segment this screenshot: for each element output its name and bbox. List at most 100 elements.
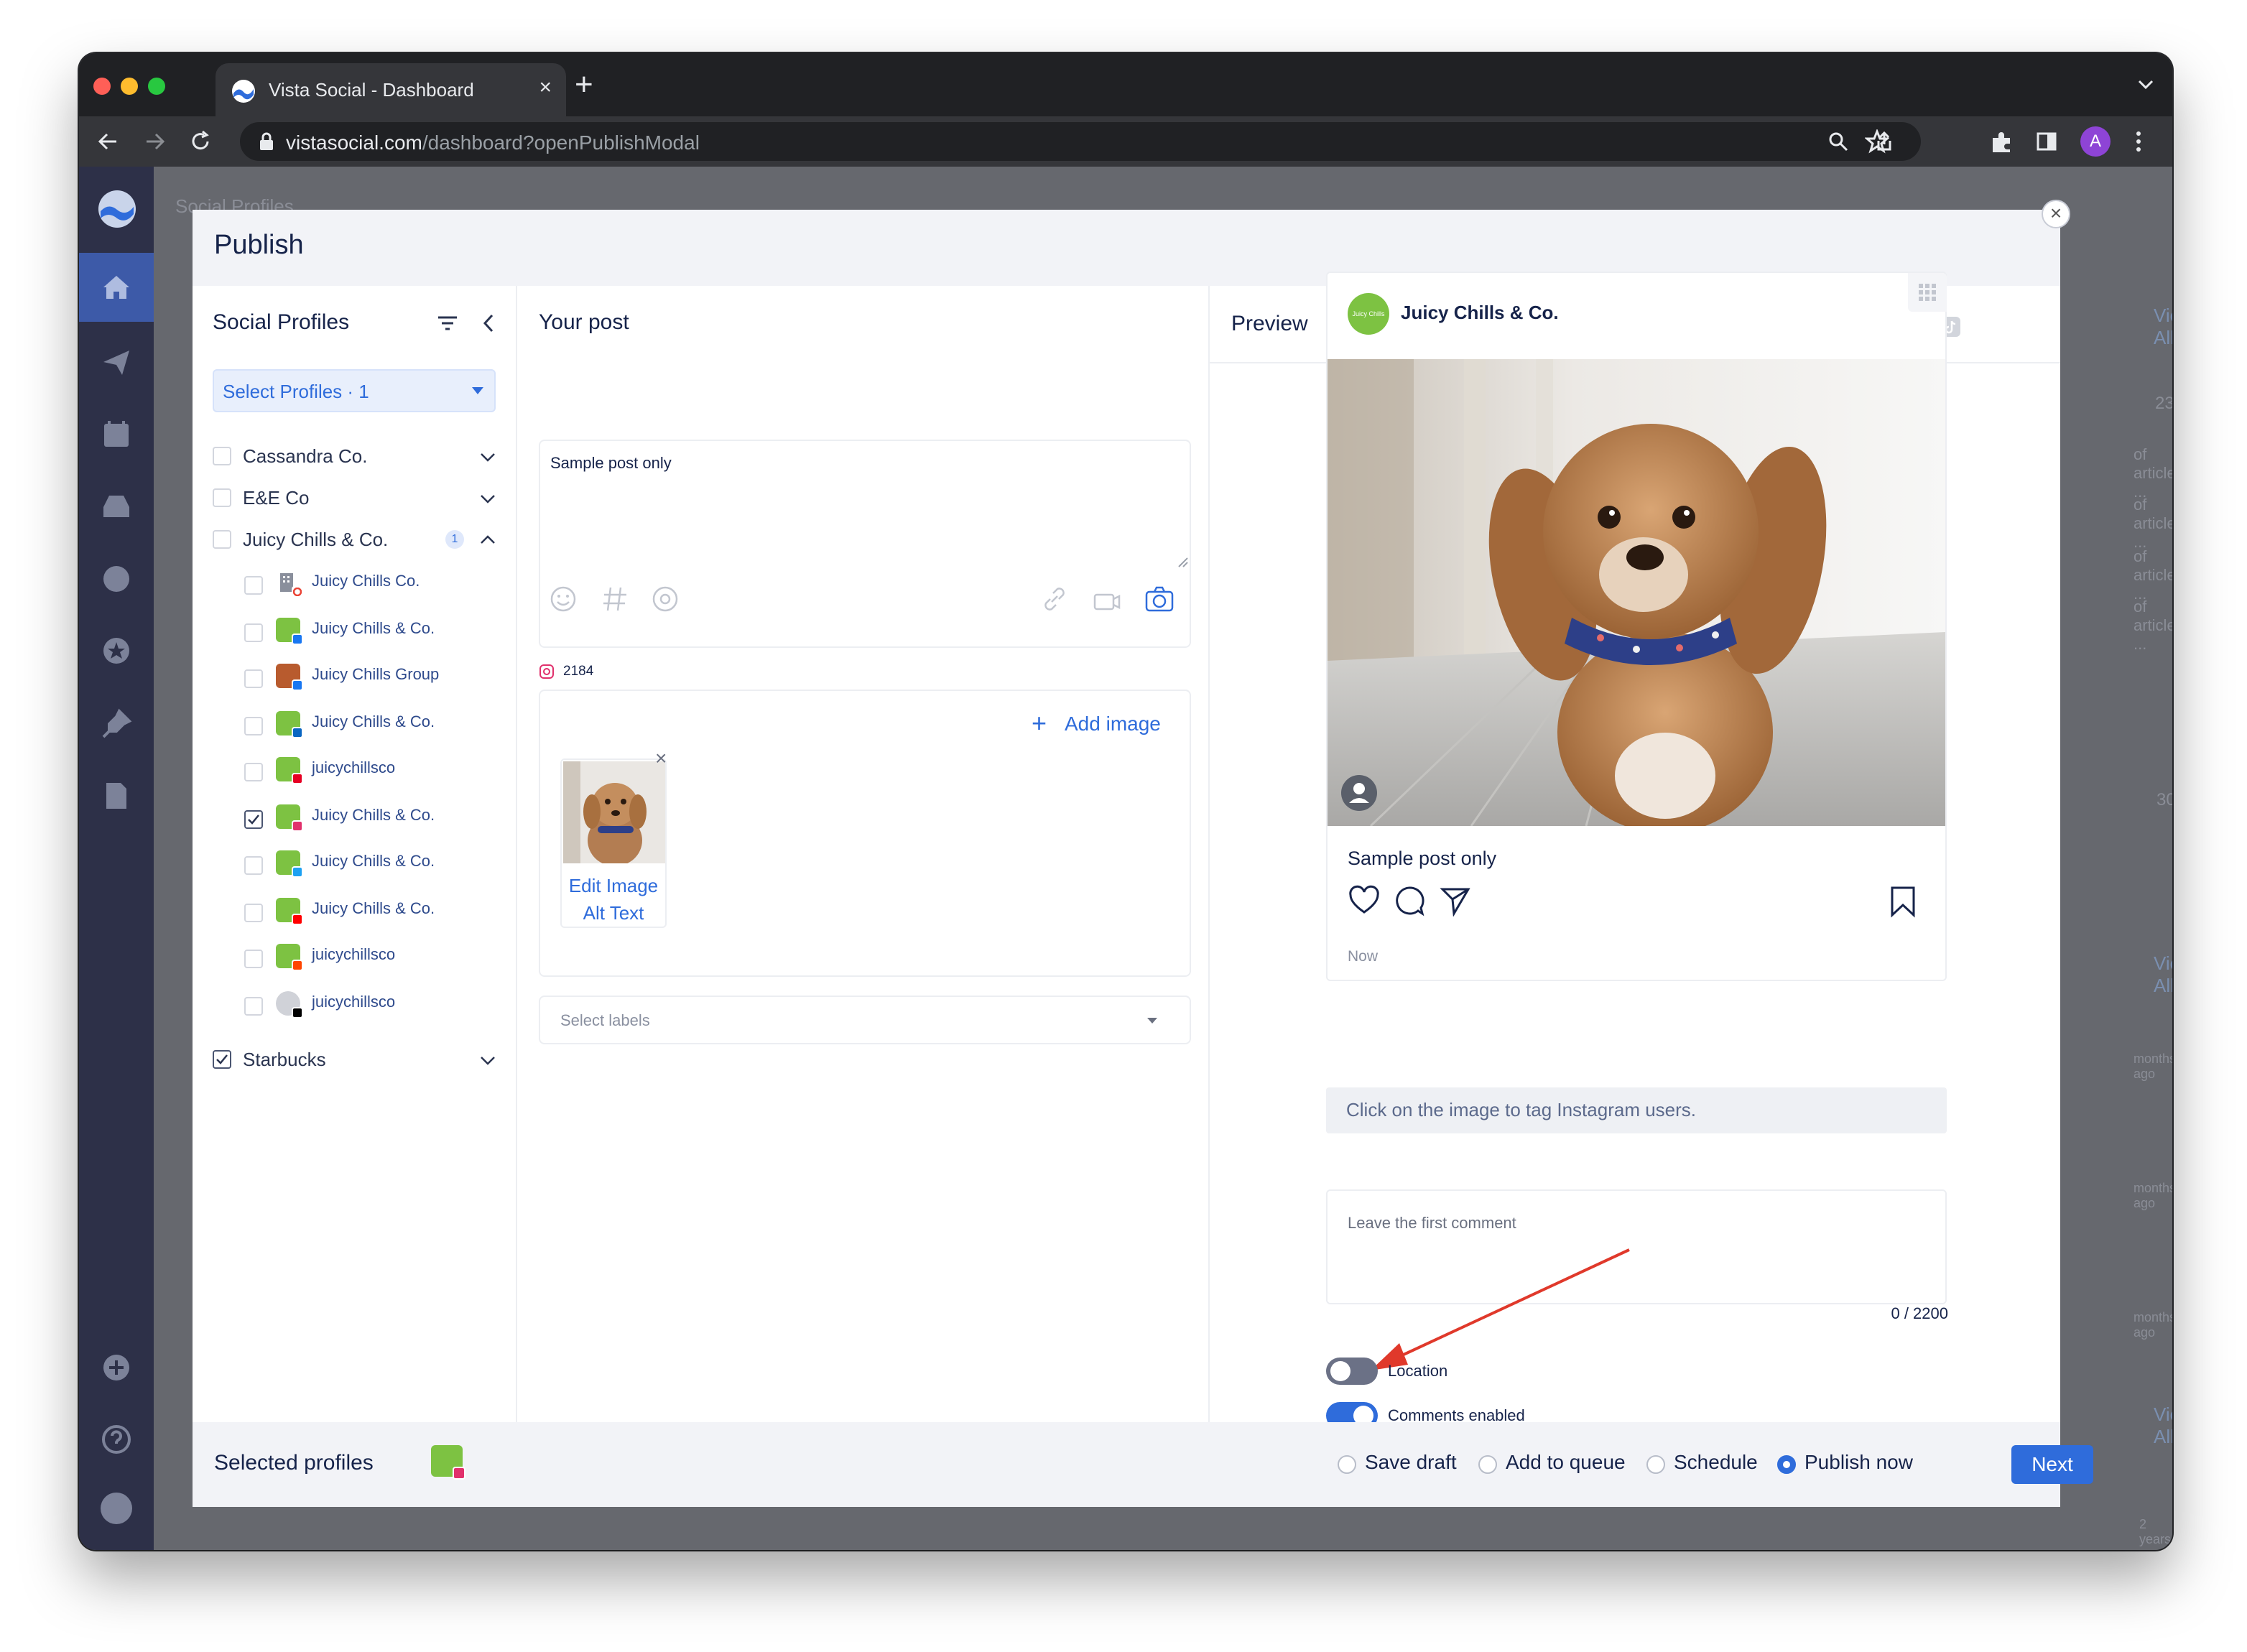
add-to-queue-radio[interactable]: [1478, 1455, 1497, 1474]
nav-item-home[interactable]: [79, 253, 154, 322]
add-to-queue-label[interactable]: Add to queue: [1506, 1451, 1626, 1474]
vista-social-logo-icon[interactable]: [98, 190, 136, 228]
selected-profile-avatar[interactable]: [431, 1445, 465, 1480]
heart-icon[interactable]: [1348, 885, 1381, 915]
menu-dots-icon[interactable]: [2134, 129, 2144, 154]
profile-label[interactable]: juicychillsco: [312, 758, 395, 777]
profile-checkbox[interactable]: [244, 997, 263, 1016]
send-icon[interactable]: [1440, 885, 1471, 917]
address-bar[interactable]: vistasocial.com/dashboard?openPublishMod…: [240, 122, 1921, 161]
paper-plane-icon[interactable]: [101, 346, 132, 378]
profile-checkbox[interactable]: [244, 576, 263, 595]
chevron-down-icon[interactable]: [2136, 75, 2155, 93]
plus-icon: +: [1032, 708, 1047, 738]
profile-checkbox[interactable]: [244, 717, 263, 735]
group-label[interactable]: E&E Co: [243, 487, 310, 509]
collapse-chevron-left-icon[interactable]: [483, 313, 494, 333]
profile-label[interactable]: Juicy Chills & Co.: [312, 619, 435, 638]
tag-user-icon[interactable]: [1340, 774, 1378, 812]
user-avatar[interactable]: [101, 1493, 132, 1524]
calendar-icon[interactable]: [101, 418, 132, 450]
schedule-radio[interactable]: [1646, 1455, 1665, 1474]
post-text[interactable]: Sample post only: [550, 454, 672, 473]
pin-icon[interactable]: [101, 708, 132, 740]
group-checkbox[interactable]: [213, 488, 231, 507]
profile-checkbox[interactable]: [244, 623, 263, 642]
comment-bubble-icon[interactable]: [1394, 885, 1425, 917]
mention-icon[interactable]: [651, 585, 680, 613]
group-checkbox-checked[interactable]: [213, 1050, 231, 1069]
link-icon[interactable]: [1040, 585, 1069, 613]
post-editor[interactable]: Sample post only: [539, 440, 1191, 648]
emoji-icon[interactable]: [549, 585, 578, 613]
profile-checkbox[interactable]: [244, 950, 263, 968]
listening-icon[interactable]: [101, 563, 132, 595]
select-profiles-dropdown[interactable]: Select Profiles · 1: [213, 369, 496, 412]
new-tab-icon[interactable]: +: [575, 68, 593, 102]
schedule-label[interactable]: Schedule: [1674, 1451, 1758, 1474]
bookmark-star-icon[interactable]: [1865, 129, 1889, 154]
reports-icon[interactable]: [101, 780, 132, 812]
group-label[interactable]: Starbucks: [243, 1049, 326, 1071]
profile-checkbox[interactable]: [244, 669, 263, 688]
profile-avatar: [276, 570, 303, 598]
video-icon[interactable]: [1092, 585, 1121, 613]
chevron-down-icon[interactable]: [480, 494, 496, 504]
profile-label[interactable]: Juicy Chills Group: [312, 665, 439, 684]
minimize-window-button[interactable]: [121, 78, 138, 95]
profile-label[interactable]: Juicy Chills & Co.: [312, 806, 435, 825]
chevron-down-icon[interactable]: [480, 453, 496, 463]
resize-handle-icon[interactable]: [1177, 556, 1188, 567]
remove-image-icon[interactable]: ×: [655, 747, 667, 770]
group-checkbox[interactable]: [213, 530, 231, 549]
comments-enabled-toggle[interactable]: [1326, 1402, 1378, 1422]
profile-checkbox[interactable]: [244, 904, 263, 922]
profile-label[interactable]: Juicy Chills & Co.: [312, 852, 435, 871]
profile-label[interactable]: Juicy Chills & Co.: [312, 899, 435, 918]
close-window-button[interactable]: [93, 78, 111, 95]
profile-avatar[interactable]: A: [2080, 126, 2111, 157]
save-draft-radio[interactable]: [1338, 1455, 1356, 1474]
group-label[interactable]: Cassandra Co.: [243, 445, 367, 468]
help-icon[interactable]: [101, 1424, 132, 1455]
camera-icon[interactable]: [1144, 585, 1175, 613]
hashtag-icon[interactable]: [601, 585, 629, 613]
profile-checkbox[interactable]: [244, 856, 263, 875]
zoom-icon[interactable]: [1827, 131, 1849, 152]
profile-checkbox[interactable]: [244, 763, 263, 781]
reviews-star-icon[interactable]: [101, 635, 132, 667]
browser-tab[interactable]: Vista Social - Dashboard ×: [216, 63, 566, 116]
forward-arrow-icon[interactable]: [142, 129, 167, 154]
preview-image[interactable]: [1328, 359, 1945, 826]
image-thumbnail-card[interactable]: Edit Image Alt Text: [560, 758, 667, 928]
bookmark-icon[interactable]: [1888, 885, 1918, 918]
publish-now-label[interactable]: Publish now: [1804, 1451, 1913, 1474]
location-toggle[interactable]: [1326, 1358, 1378, 1385]
next-button[interactable]: Next: [2011, 1445, 2093, 1484]
edit-alt-text-link[interactable]: Edit Image: [562, 875, 665, 897]
chevron-up-icon[interactable]: [480, 534, 496, 544]
group-label[interactable]: Juicy Chills & Co.: [243, 529, 388, 551]
maximize-window-button[interactable]: [148, 78, 165, 95]
tab-close-icon[interactable]: ×: [539, 76, 552, 99]
filter-icon[interactable]: [437, 315, 458, 332]
back-arrow-icon[interactable]: [96, 129, 121, 154]
save-draft-label[interactable]: Save draft: [1365, 1451, 1457, 1474]
profile-label[interactable]: Juicy Chills Co.: [312, 572, 420, 590]
side-panel-icon[interactable]: [2036, 131, 2057, 152]
profile-checkbox-checked[interactable]: [244, 810, 263, 829]
publish-now-radio[interactable]: [1777, 1455, 1796, 1474]
labels-select[interactable]: Select labels: [539, 996, 1191, 1044]
profile-label[interactable]: juicychillsco: [312, 993, 395, 1011]
modal-close-button[interactable]: ×: [2042, 200, 2070, 228]
profile-label[interactable]: juicychillsco: [312, 945, 395, 964]
edit-alt-text-link[interactable]: Alt Text: [562, 902, 665, 924]
grid-view-button[interactable]: [1908, 273, 1947, 312]
inbox-icon[interactable]: [101, 490, 132, 521]
reload-icon[interactable]: [188, 129, 213, 154]
chevron-down-icon[interactable]: [480, 1056, 496, 1066]
add-circle-icon[interactable]: [101, 1352, 132, 1383]
group-checkbox[interactable]: [213, 447, 231, 465]
profile-label[interactable]: Juicy Chills & Co.: [312, 713, 435, 731]
extensions-puzzle-icon[interactable]: [1990, 131, 2013, 154]
